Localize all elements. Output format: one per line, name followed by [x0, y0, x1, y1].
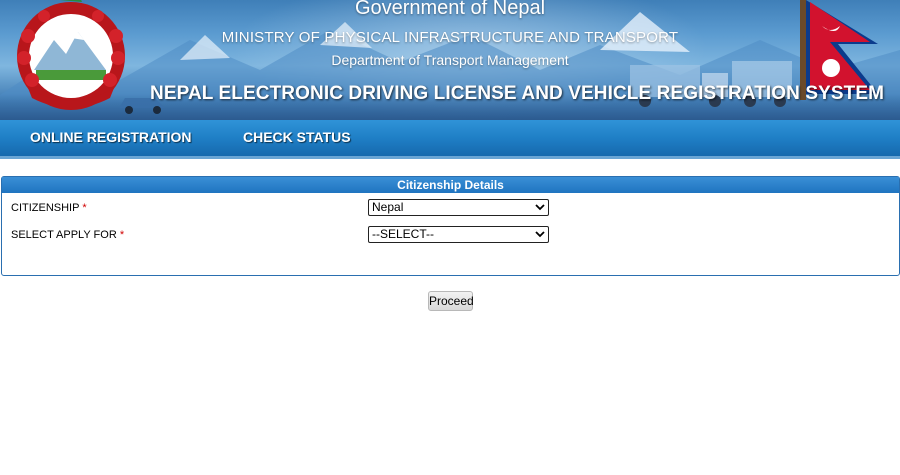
citizenship-details-panel: Citizenship Details CITIZENSHIP * Nepal … [1, 176, 900, 276]
chevron-down-icon [535, 204, 545, 211]
apply-for-label-text: SELECT APPLY FOR [11, 229, 117, 241]
department-title: Department of Transport Management [331, 52, 569, 68]
main-navigation: ONLINE REGISTRATION CHECK STATUS [0, 120, 900, 159]
ministry-title: MINISTRY OF PHYSICAL INFRASTRUCTURE AND … [221, 29, 679, 46]
apply-for-select-value: --SELECT-- [372, 227, 435, 241]
apply-for-select[interactable]: --SELECT-- [368, 226, 549, 243]
panel-title: Citizenship Details [2, 177, 899, 193]
apply-for-label: SELECT APPLY FOR * [11, 229, 124, 241]
proceed-button[interactable]: Proceed [428, 291, 474, 311]
government-title: Government of Nepal [354, 0, 546, 19]
nav-check-status[interactable]: CHECK STATUS [243, 129, 351, 145]
required-marker: * [82, 202, 87, 214]
required-marker: * [119, 229, 125, 241]
nav-online-registration[interactable]: ONLINE REGISTRATION [30, 129, 192, 145]
system-title: NEPAL ELECTRONIC DRIVING LICENSE AND VEH… [150, 83, 885, 104]
citizenship-select-value: Nepal [372, 200, 404, 214]
citizenship-label-text: CITIZENSHIP [11, 202, 80, 214]
citizenship-label: CITIZENSHIP * [11, 202, 87, 214]
citizenship-select[interactable]: Nepal [368, 199, 549, 216]
chevron-down-icon [535, 231, 545, 238]
header-banner: Government of Nepal MINISTRY OF PHYSICAL… [0, 0, 900, 120]
